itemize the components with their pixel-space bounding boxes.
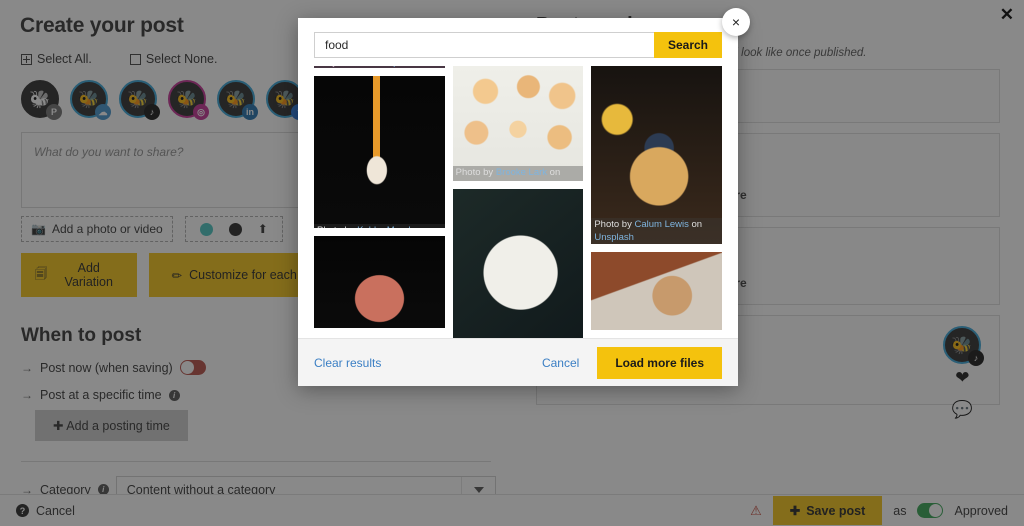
photo-result-brooke-lark[interactable]: Photo by Brooke Lark on Unsplash xyxy=(452,66,584,181)
load-more-files-button[interactable]: Load more files xyxy=(597,346,722,379)
results-column-3: Photo by Calum Lewis on Unsplash xyxy=(591,66,723,338)
results-column-1: Gorjestani on Unsplash Photo by Kobby Me… xyxy=(314,66,445,338)
photo-credit: Photo by Calum Lewis on Unsplash xyxy=(591,218,723,244)
app-root: Create your post Select All. Select None… xyxy=(0,0,1024,526)
author-link[interactable]: Brooke Lark xyxy=(496,167,547,178)
cancel-link[interactable]: Cancel xyxy=(542,356,579,370)
clear-results-link[interactable]: Clear results xyxy=(314,356,381,370)
footer-buttons: Cancel Load more files xyxy=(542,346,722,379)
unsplash-link[interactable]: Unsplash xyxy=(376,66,416,68)
search-input[interactable] xyxy=(314,32,654,58)
search-bar: Search xyxy=(314,32,722,58)
search-button[interactable]: Search xyxy=(653,32,722,58)
photo-credit: Gorjestani on Unsplash xyxy=(314,66,445,68)
unsplash-link[interactable]: Unsplash xyxy=(456,180,496,181)
photo-result-ramen[interactable] xyxy=(452,189,584,338)
masonry-layout: Gorjestani on Unsplash Photo by Kobby Me… xyxy=(314,66,723,338)
modal-footer: Clear results Cancel Load more files xyxy=(298,338,738,386)
author-link[interactable]: Kobby Mendez xyxy=(357,225,420,228)
unsplash-link[interactable]: Unsplash xyxy=(594,232,634,243)
photo-result-bread[interactable] xyxy=(314,236,445,328)
photo-result-gorjestani-strip[interactable]: Gorjestani on Unsplash xyxy=(314,66,445,68)
close-icon[interactable]: × xyxy=(722,8,750,36)
photo-result-coffee[interactable] xyxy=(591,252,723,330)
photo-result-kobby-mendez[interactable]: Photo by Kobby Mendez on Unsplash xyxy=(314,76,445,228)
photo-credit: Photo by Kobby Mendez on Unsplash xyxy=(314,224,445,228)
photo-credit: Photo by Brooke Lark on Unsplash xyxy=(452,166,584,181)
photo-results-grid: Gorjestani on Unsplash Photo by Kobby Me… xyxy=(298,66,738,338)
unsplash-picker-modal: × Search Gorjestani on Unsplash xyxy=(298,8,750,386)
photo-result-calum-lewis[interactable]: Photo by Calum Lewis on Unsplash xyxy=(591,66,723,244)
author-link[interactable]: Calum Lewis xyxy=(634,219,688,230)
modal-header: Search xyxy=(298,18,738,66)
close-page-icon[interactable]: ✕ xyxy=(1000,6,1014,23)
results-column-2: Photo by Brooke Lark on Unsplash xyxy=(452,66,584,338)
